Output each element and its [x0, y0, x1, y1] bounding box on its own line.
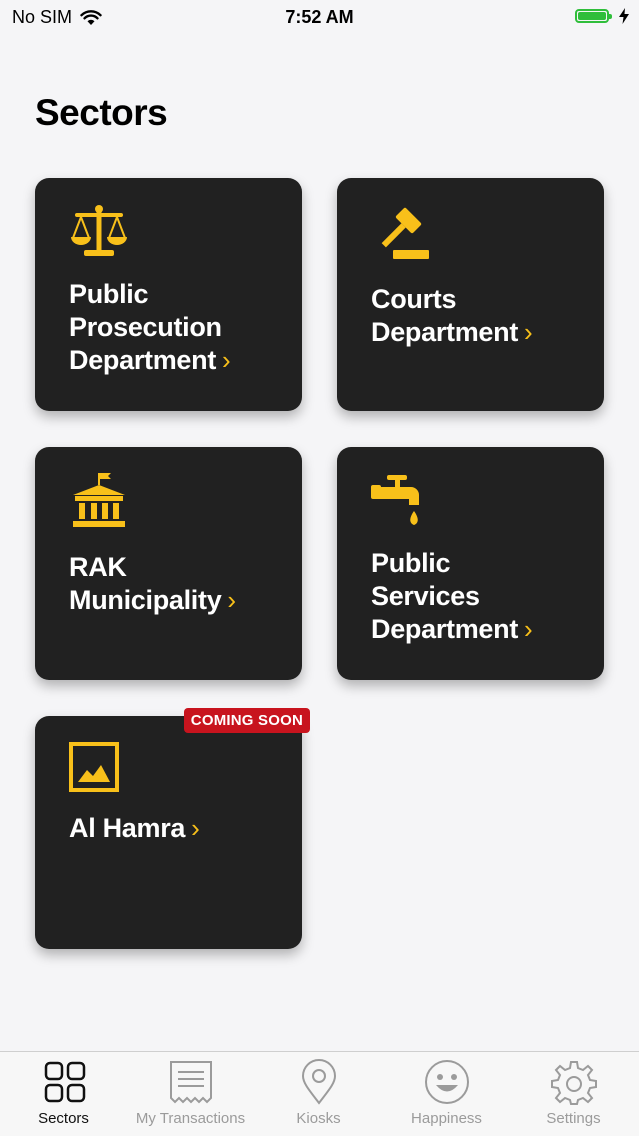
coming-soon-badge: COMING SOON	[183, 708, 310, 733]
tab-label: Settings	[546, 1110, 601, 1127]
chevron-right-icon: ›	[524, 317, 533, 347]
label-line: Department	[371, 317, 519, 347]
image-placeholder-icon	[69, 742, 119, 792]
sector-card-label: Al Hamra ›	[69, 812, 282, 845]
label-line: Municipality	[69, 585, 222, 615]
scales-icon	[69, 204, 129, 260]
page-title: Sectors	[35, 92, 168, 133]
sector-card-al-hamra[interactable]: Al Hamra › COMING SOON	[35, 708, 310, 949]
sector-card-label: Public Services Department ›	[371, 547, 584, 646]
chevron-right-icon: ›	[227, 585, 236, 615]
tab-my-transactions[interactable]: My Transactions	[127, 1058, 254, 1127]
label-line: Prosecution	[69, 312, 222, 342]
tab-happiness[interactable]: Happiness	[383, 1058, 510, 1127]
status-time: 7:52 AM	[285, 7, 354, 27]
label-line: RAK	[69, 552, 127, 582]
label-line: Department	[69, 345, 217, 375]
chevron-right-icon: ›	[524, 614, 533, 644]
tab-bar: Sectors My Transactions Kiosks Happiness	[0, 1051, 639, 1136]
chevron-right-icon: ›	[191, 813, 200, 843]
sector-card-public-prosecution[interactable]: Public Prosecution Department ›	[35, 178, 302, 411]
sector-card-label: RAK Municipality ›	[69, 551, 282, 617]
battery-icon	[575, 9, 612, 23]
sector-card-rak-municipality[interactable]: RAK Municipality ›	[35, 447, 302, 680]
sector-card-courts[interactable]: Courts Department ›	[337, 178, 604, 411]
tab-label: Kiosks	[296, 1110, 341, 1127]
sector-card-label: Courts Department ›	[371, 283, 584, 349]
status-right	[575, 8, 629, 24]
tab-sectors[interactable]: Sectors	[0, 1058, 127, 1127]
receipt-icon	[169, 1061, 212, 1104]
tab-label: Sectors	[38, 1110, 89, 1127]
tab-settings[interactable]: Settings	[510, 1058, 637, 1127]
smiley-icon	[424, 1060, 469, 1104]
gear-icon	[550, 1061, 597, 1105]
sector-card-public-services[interactable]: Public Services Department ›	[337, 447, 604, 680]
water-tap-icon	[371, 473, 431, 529]
label-line: Public	[371, 548, 451, 578]
tab-kiosks[interactable]: Kiosks	[255, 1058, 382, 1127]
location-pin-icon	[301, 1059, 336, 1105]
label-line: Courts	[371, 284, 457, 314]
label-line: Services	[371, 581, 480, 611]
municipality-building-icon	[69, 473, 129, 529]
gavel-icon	[371, 204, 431, 260]
sector-card-label: Public Prosecution Department ›	[69, 278, 282, 377]
grid-icon	[44, 1061, 85, 1103]
label-line: Department	[371, 614, 519, 644]
label-line: Public	[69, 279, 149, 309]
charging-bolt-icon	[619, 8, 629, 24]
tab-label: Happiness	[411, 1110, 482, 1127]
label-line: Al Hamra	[69, 813, 186, 843]
status-bar: No SIM 7:52 AM	[0, 0, 639, 36]
chevron-right-icon: ›	[222, 345, 231, 375]
tab-label: My Transactions	[135, 1110, 246, 1127]
